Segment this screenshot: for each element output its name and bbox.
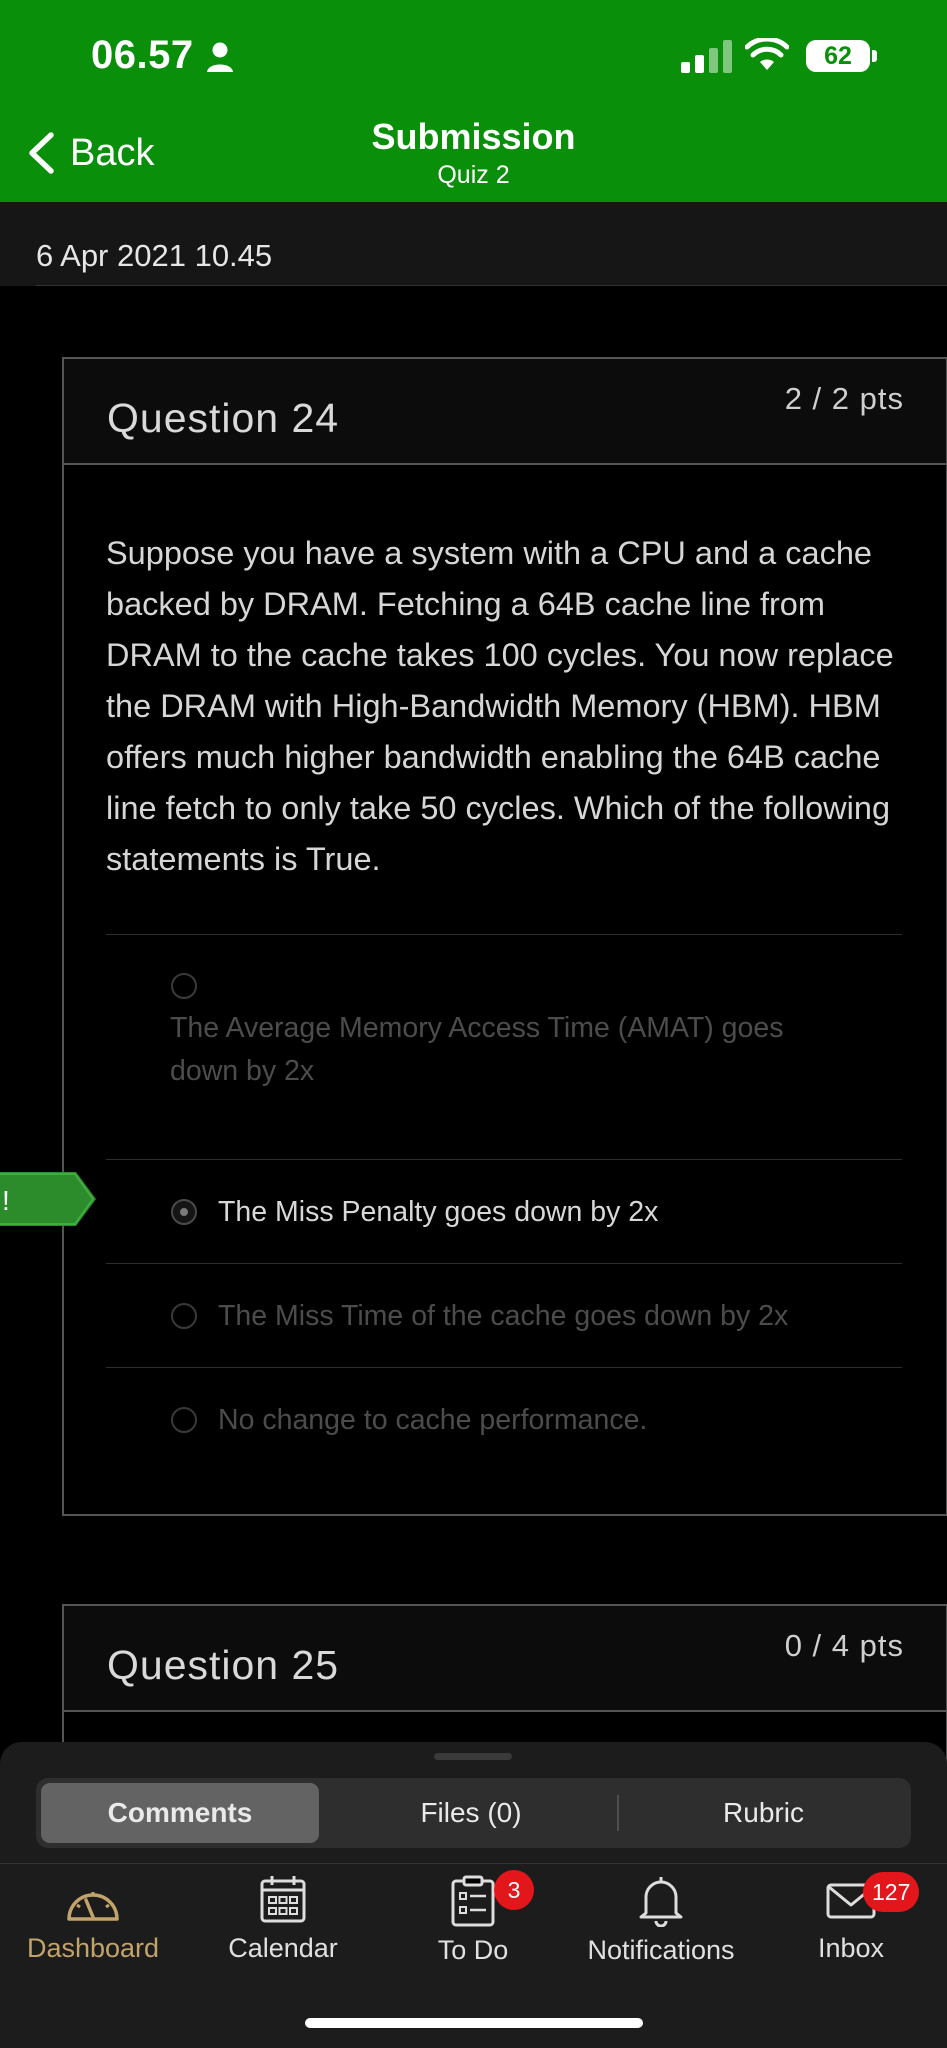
question-title: Question 24 (107, 395, 340, 441)
divider (36, 285, 947, 286)
question-text: Suppose you have a system with a CPU and… (106, 535, 894, 877)
answer-option[interactable]: No change to cache performance. (218, 1404, 647, 1437)
todo-badge: 3 (494, 1870, 534, 1910)
answer-option[interactable]: The Miss Time of the cache goes down by … (218, 1300, 788, 1333)
tab-comments[interactable]: Comments (41, 1783, 319, 1843)
inbox-badge: 127 (863, 1872, 920, 1912)
question-title: Question 25 (107, 1642, 340, 1688)
tabbar-label: Calendar (228, 1933, 338, 1963)
question-header: Question 24 2 / 2 pts (64, 359, 946, 465)
tab-rubric[interactable]: Rubric (621, 1783, 906, 1843)
tabbar-label: To Do (437, 1935, 509, 1965)
answer-option-selected[interactable]: The Miss Penalty goes down by 2x (218, 1196, 658, 1229)
sheet-grabber[interactable] (434, 1753, 512, 1760)
option-divider (106, 934, 902, 935)
battery-tip (872, 50, 877, 62)
correct-answer-flag: ! (0, 1172, 96, 1226)
answer-option[interactable]: The Average Memory Access Time (AMAT) go… (170, 1007, 830, 1093)
option-radio[interactable] (171, 1303, 197, 1329)
question-points: 2 / 2 pts (784, 381, 904, 416)
person-icon (207, 42, 233, 72)
page-subtitle: Quiz 2 (437, 161, 510, 189)
cellular-signal-icon (681, 40, 732, 73)
submission-date: 6 Apr 2021 10.45 (36, 238, 273, 273)
wifi-icon (745, 38, 789, 70)
battery-level: 62 (806, 40, 870, 72)
tabbar-notifications[interactable]: Notifications (571, 1875, 751, 1966)
option-radio-selected[interactable] (171, 1199, 197, 1225)
segment-divider (617, 1795, 619, 1831)
tabbar-todo[interactable]: To Do (383, 1875, 563, 1966)
page-title: Submission (371, 116, 576, 157)
option-divider (106, 1263, 902, 1264)
tab-files[interactable]: Files (0) (326, 1783, 616, 1843)
calendar-icon (260, 1876, 306, 1923)
correct-flag-text: ! (2, 1185, 10, 1216)
home-indicator (305, 2018, 643, 2028)
option-radio[interactable] (171, 973, 197, 999)
dashboard-icon (67, 1892, 119, 1921)
status-time: 06.57 (91, 33, 194, 77)
bell-icon (639, 1877, 683, 1927)
question-points: 0 / 4 pts (784, 1628, 904, 1663)
tabbar-label: Dashboard (26, 1933, 160, 1963)
tabbar-calendar[interactable]: Calendar (193, 1875, 373, 1964)
option-divider (106, 1367, 902, 1368)
option-radio[interactable] (171, 1407, 197, 1433)
question-header: Question 25 0 / 4 pts (64, 1606, 946, 1712)
tabbar-dashboard[interactable]: Dashboard (3, 1875, 183, 1964)
option-divider (106, 1159, 902, 1160)
tabbar-label: Notifications (587, 1935, 735, 1965)
tabbar-label: Inbox (817, 1933, 885, 1963)
todo-icon (451, 1875, 495, 1927)
divider (0, 1863, 947, 1864)
